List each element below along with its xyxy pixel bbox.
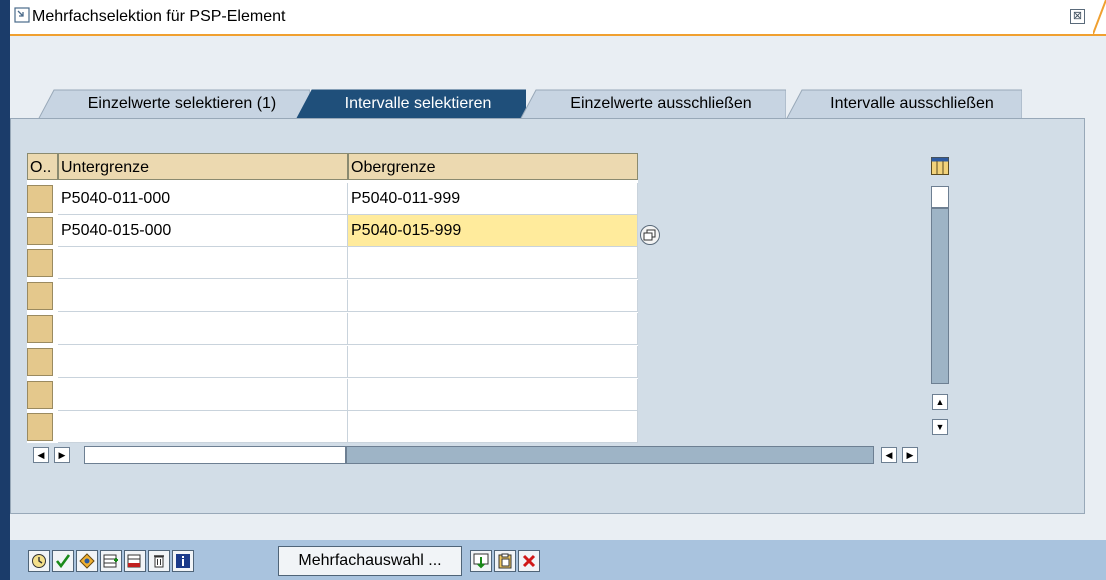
- scroll-track[interactable]: [931, 208, 949, 384]
- column-header-obergrenze[interactable]: Obergrenze: [348, 153, 638, 180]
- row-selector[interactable]: [27, 217, 53, 245]
- trash-icon[interactable]: [148, 550, 170, 572]
- table-row: [27, 247, 638, 279]
- upper-bound-field[interactable]: [348, 346, 638, 378]
- upper-bound-field[interactable]: P5040-015-999: [348, 215, 638, 247]
- insert-row-icon[interactable]: [100, 550, 122, 572]
- upper-bound-field[interactable]: [348, 411, 638, 443]
- upper-bound-field[interactable]: [348, 379, 638, 411]
- lower-bound-field[interactable]: [58, 280, 348, 312]
- tab-einzelwerte-ausschliessen[interactable]: Einzelwerte ausschließen: [520, 88, 786, 120]
- upper-bound-field[interactable]: [348, 280, 638, 312]
- tab-label: Einzelwerte ausschließen: [570, 95, 752, 112]
- tab-label: Intervalle selektieren: [344, 95, 492, 112]
- column-header-untergrenze[interactable]: Untergrenze: [58, 153, 348, 180]
- row-selector[interactable]: [27, 185, 53, 213]
- tab-einzelwerte-selektieren[interactable]: Einzelwerte selektieren (1): [38, 88, 310, 120]
- lower-bound-field[interactable]: [58, 411, 348, 443]
- window-title: Mehrfachselektion für PSP-Element: [32, 8, 286, 25]
- title-corner-decoration: [1093, 0, 1106, 34]
- info-icon[interactable]: [172, 550, 194, 572]
- h-scroll-track[interactable]: [346, 446, 874, 464]
- lower-bound-field[interactable]: P5040-015-000: [58, 215, 348, 247]
- scroll-right-end-icon[interactable]: ▶: [902, 447, 918, 463]
- lower-bound-field[interactable]: [58, 379, 348, 411]
- h-scroll-thumb[interactable]: [84, 446, 346, 464]
- transfer-icon[interactable]: [76, 550, 98, 572]
- table-row: [27, 379, 638, 411]
- table-row: [27, 411, 638, 443]
- clock-icon[interactable]: [28, 550, 50, 572]
- scroll-thumb[interactable]: [931, 186, 949, 208]
- row-selector[interactable]: [27, 249, 53, 277]
- row-selector[interactable]: [27, 413, 53, 441]
- upper-bound-field[interactable]: [348, 313, 638, 345]
- upper-bound-field[interactable]: [348, 247, 638, 279]
- selection-table: O.. Untergrenze Obergrenze P5040-011-000…: [27, 153, 638, 443]
- table-row: [27, 346, 638, 378]
- upper-bound-field[interactable]: P5040-011-999: [348, 183, 638, 215]
- table-row: P5040-015-000 P5040-015-999: [27, 215, 638, 247]
- scroll-down-icon[interactable]: ▼: [932, 419, 948, 435]
- column-header-option[interactable]: O..: [27, 153, 58, 180]
- tab-label: Einzelwerte selektieren (1): [87, 95, 277, 112]
- dialog-window: Mehrfachselektion für PSP-Element ⊠ Einz…: [0, 0, 1106, 580]
- table-row: [27, 280, 638, 312]
- vertical-scrollbar[interactable]: ▲ ▼: [931, 186, 949, 438]
- scroll-right-icon[interactable]: ▶: [54, 447, 70, 463]
- row-selector[interactable]: [27, 348, 53, 376]
- title-bar: Mehrfachselektion für PSP-Element ⊠: [10, 0, 1106, 36]
- lower-bound-field[interactable]: [58, 346, 348, 378]
- horizontal-scrollbar[interactable]: ◀ ▶ ◀ ▶: [27, 445, 926, 466]
- scroll-up-icon[interactable]: ▲: [932, 394, 948, 410]
- tab-label: Intervalle ausschließen: [830, 95, 994, 112]
- table-row: [27, 313, 638, 345]
- tab-intervalle-selektieren[interactable]: Intervalle selektieren: [296, 88, 526, 120]
- scroll-left-icon[interactable]: ◀: [33, 447, 49, 463]
- window-left-border: [0, 0, 10, 580]
- scroll-left-end-icon[interactable]: ◀: [881, 447, 897, 463]
- lower-bound-field[interactable]: P5040-011-000: [58, 183, 348, 215]
- row-selector[interactable]: [27, 315, 53, 343]
- table-row: P5040-011-000 P5040-011-999: [27, 183, 638, 215]
- multi-select-button[interactable]: Mehrfachauswahl ...: [278, 546, 462, 576]
- row-selector[interactable]: [27, 381, 53, 409]
- close-icon[interactable]: ⊠: [1070, 9, 1085, 24]
- clipboard-icon[interactable]: [494, 550, 516, 572]
- row-selector[interactable]: [27, 282, 53, 310]
- window-icon: [14, 7, 30, 23]
- multiple-selection-icon[interactable]: [639, 224, 661, 246]
- check-icon[interactable]: [52, 550, 74, 572]
- table-settings-icon[interactable]: [931, 157, 949, 175]
- lower-bound-field[interactable]: [58, 313, 348, 345]
- delete-row-icon[interactable]: [124, 550, 146, 572]
- import-icon[interactable]: [470, 550, 492, 572]
- cancel-icon[interactable]: [518, 550, 540, 572]
- tab-intervalle-ausschliessen[interactable]: Intervalle ausschließen: [786, 88, 1022, 120]
- lower-bound-field[interactable]: [58, 247, 348, 279]
